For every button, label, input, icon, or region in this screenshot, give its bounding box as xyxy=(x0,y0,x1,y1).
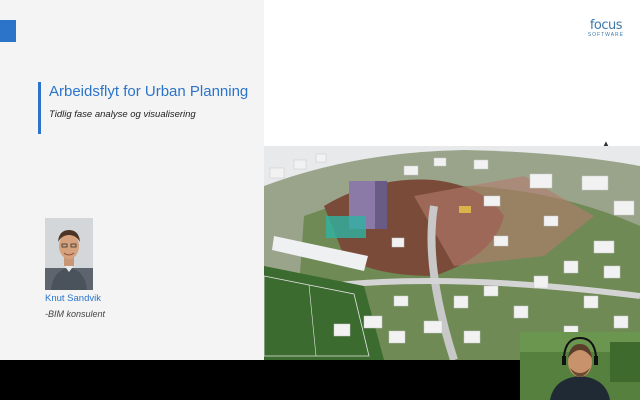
slide-left-panel: Arbeidsflyt for Urban Planning Tidlig fa… xyxy=(0,0,264,360)
urban-model-3d-view xyxy=(264,146,640,360)
presenter-role: -BIM konsulent xyxy=(45,309,106,319)
presenter-photo xyxy=(45,218,93,290)
logo-wordmark: focus xyxy=(589,18,623,33)
presentation-slide: Arbeidsflyt for Urban Planning Tidlig fa… xyxy=(0,0,640,360)
presenter-webcam xyxy=(520,332,640,400)
logo-subtext: SOFTWARE xyxy=(587,32,624,38)
title-block: Arbeidsflyt for Urban Planning Tidlig fa… xyxy=(38,82,248,134)
slide-subtitle: Tidlig fase analyse og visualisering xyxy=(49,109,196,120)
corner-accent-bar xyxy=(0,20,16,42)
presenter-name: Knut Sandvik xyxy=(45,293,101,304)
focus-software-logo: focus SOFTWARE xyxy=(587,18,624,39)
slide-title: Arbeidsflyt for Urban Planning xyxy=(49,83,249,100)
